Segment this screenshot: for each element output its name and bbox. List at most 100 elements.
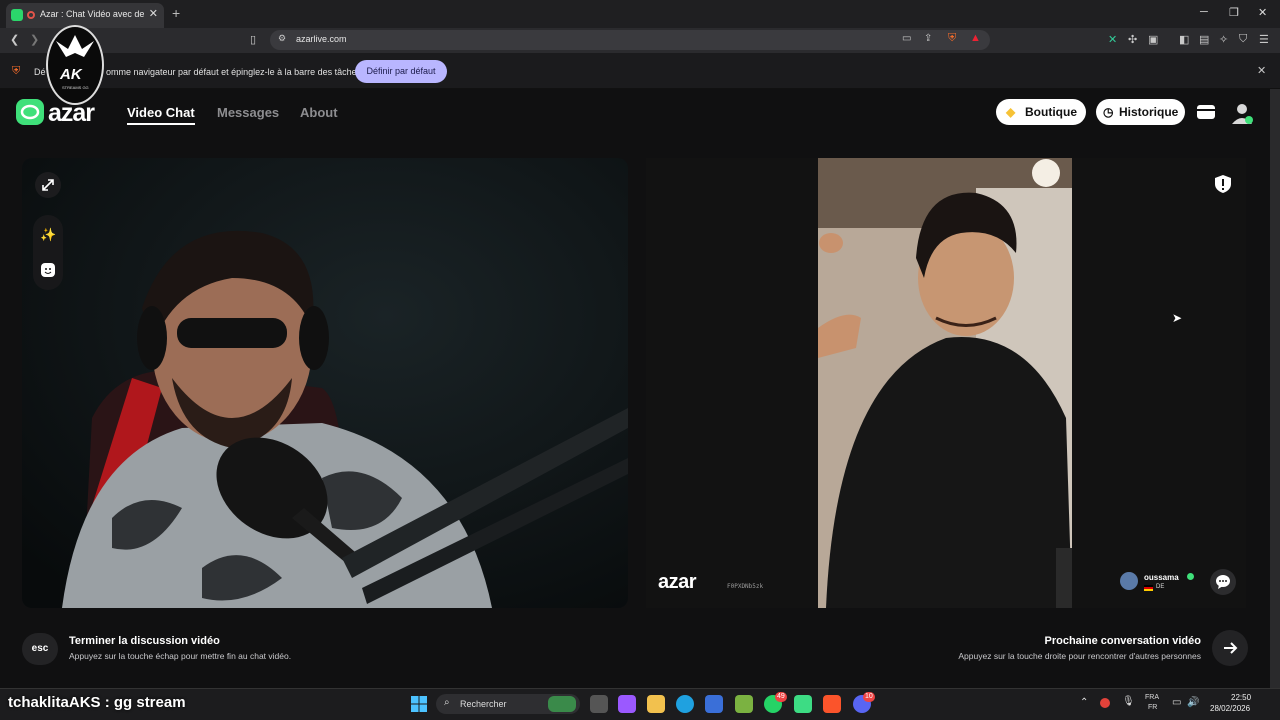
boutique-button[interactable]: ◆ Boutique (996, 99, 1086, 125)
fullscreen-button[interactable] (35, 172, 61, 198)
taskbar-search[interactable]: ⌕ (436, 694, 580, 714)
tab-title: Azar : Chat Vidéo avec de no (40, 9, 146, 19)
chat-button[interactable] (1210, 569, 1236, 595)
task-view-icon[interactable] (590, 695, 608, 713)
minimize-icon[interactable]: ─ (1200, 6, 1208, 18)
peer-avatar[interactable] (1120, 572, 1138, 590)
leo-ai-icon[interactable]: ✧ (1219, 33, 1228, 46)
app-icon[interactable] (735, 695, 753, 713)
arrow-right-icon (1224, 642, 1238, 654)
cast-icon[interactable]: ▭ (902, 33, 911, 44)
stream-logo-badge (46, 25, 104, 105)
search-label: Rechercher (460, 699, 507, 709)
brave-icon[interactable] (823, 695, 841, 713)
local-video-frame (22, 158, 628, 608)
effects-toolbar: ✨ (33, 215, 63, 290)
tray-app-icon[interactable] (1100, 698, 1110, 708)
forward-icon[interactable]: ❯ (30, 33, 39, 46)
end-chat-subtitle: Appuyez sur la touche échap pour mettre … (69, 651, 292, 661)
face-sticker-icon[interactable] (41, 263, 55, 277)
diamond-icon: ◆ (1006, 105, 1016, 119)
back-icon[interactable]: ❮ (10, 33, 19, 46)
azar-watermark: azar (658, 571, 697, 593)
maximize-icon[interactable]: ❐ (1229, 6, 1239, 19)
watermark-id: F0PXDNb5zk (727, 583, 764, 590)
share-icon[interactable]: ⇪ (924, 33, 932, 44)
peer-name[interactable]: oussama (1144, 573, 1179, 582)
tab-search-icon[interactable]: ▣ (1148, 33, 1158, 46)
sidebar-icon[interactable]: ◧ (1179, 33, 1189, 46)
mouse-cursor-icon: ➤ (1172, 311, 1183, 325)
end-chat-esc-button[interactable]: esc (22, 633, 58, 665)
vpn-icon[interactable]: ⛉ (1239, 33, 1247, 46)
phoenix-icon (56, 35, 94, 57)
site-settings-icon[interactable]: ⚙ (278, 33, 286, 44)
network-icon[interactable]: ▭ (1172, 697, 1181, 708)
stream-badge-subtitle: STREAMS GG (62, 85, 89, 90)
volume-icon[interactable]: 🔊 (1187, 697, 1199, 708)
nav-video-chat[interactable]: Video Chat (127, 105, 195, 120)
azar-logo-icon[interactable] (16, 99, 44, 125)
infobar-close-icon[interactable]: ✕ (1257, 64, 1266, 77)
android-icon[interactable] (794, 695, 812, 713)
next-chat-subtitle: Appuyez sur la touche droite pour rencon… (958, 651, 1201, 661)
clock-icon: ◷ (1103, 105, 1114, 119)
wallet-icon[interactable]: ▤ (1199, 33, 1209, 46)
stream-badge-title: AK (60, 66, 82, 83)
peer-country: DE (1156, 584, 1165, 590)
brave-lion-icon: ⛨ (12, 65, 21, 77)
edge-icon[interactable] (676, 695, 694, 713)
brave-rewards-icon[interactable]: ▲ (970, 32, 981, 44)
next-chat-button[interactable] (1212, 630, 1248, 666)
inbox-icon[interactable] (1196, 102, 1216, 120)
window-close-icon[interactable]: ✕ (1258, 6, 1267, 19)
brave-shields-icon[interactable]: ⛨ (948, 32, 956, 45)
profile-avatar-icon[interactable] (1229, 100, 1255, 126)
end-chat-title: Terminer la discussion vidéo (69, 635, 220, 647)
historique-button[interactable]: ◷ Historique (1096, 99, 1185, 125)
search-icon: ⌕ (444, 697, 450, 708)
copilot-icon[interactable] (618, 695, 636, 713)
keyboard-layout[interactable]: FR (1148, 704, 1157, 711)
extension-icon[interactable]: ✕ (1108, 33, 1117, 46)
windows-start-icon[interactable] (411, 696, 427, 712)
clock-time[interactable]: 22:50 (1231, 693, 1251, 702)
boutique-label: Boutique (1025, 105, 1077, 119)
extensions-puzzle-icon[interactable]: ✣ (1128, 33, 1137, 46)
bookmark-icon[interactable]: ▯ (250, 33, 256, 46)
clock-date[interactable]: 28/02/2026 (1210, 704, 1250, 713)
whatsapp-badge: 49 (775, 692, 787, 702)
verified-icon (1187, 573, 1194, 580)
address-bar[interactable]: ⚙ azarlive.com ▭ ⇪ ⛨ ▲ (270, 30, 990, 50)
chat-bubble-icon (1216, 575, 1230, 589)
next-chat-title: Prochaine conversation vidéo (1044, 635, 1202, 647)
germany-flag-icon (1144, 585, 1153, 591)
stream-chat-overlay: tchaklitaAKS : gg stream (8, 694, 186, 711)
tray-chevron-icon[interactable]: ⌃ (1080, 697, 1088, 708)
local-video (22, 158, 628, 608)
store-icon[interactable] (705, 695, 723, 713)
file-explorer-icon[interactable] (647, 695, 665, 713)
infobar-text-start: Dé (34, 67, 46, 77)
set-default-button[interactable]: Définir par défaut (355, 60, 447, 83)
search-highlight-icon (548, 696, 576, 712)
language-indicator[interactable]: FRA (1145, 694, 1159, 701)
browser-tab-azar[interactable]: Azar : Chat Vidéo avec de no ✕ (6, 3, 164, 28)
tab-close-icon[interactable]: ✕ (149, 7, 158, 20)
page-scrollbar[interactable] (1270, 89, 1280, 688)
new-tab-button[interactable]: + (172, 5, 180, 21)
menu-icon[interactable]: ☰ (1259, 33, 1269, 46)
remote-video (646, 158, 1246, 608)
nav-messages[interactable]: Messages (217, 105, 279, 120)
nav-active-underline (127, 123, 195, 125)
report-shield-icon[interactable] (1212, 173, 1234, 195)
default-browser-infobar: ⛨ Dé omme navigateur par défaut et éping… (0, 53, 1280, 89)
browser-tab-bar (0, 0, 1280, 28)
infobar-text: omme navigateur par défaut et épinglez-l… (106, 67, 362, 77)
historique-label: Historique (1119, 105, 1179, 119)
nav-about[interactable]: About (300, 105, 338, 120)
url-text: azarlive.com (296, 34, 347, 44)
magic-wand-icon[interactable]: ✨ (40, 227, 56, 243)
microphone-icon[interactable]: 🎙 (1122, 696, 1135, 707)
azar-favicon-icon (11, 9, 23, 21)
